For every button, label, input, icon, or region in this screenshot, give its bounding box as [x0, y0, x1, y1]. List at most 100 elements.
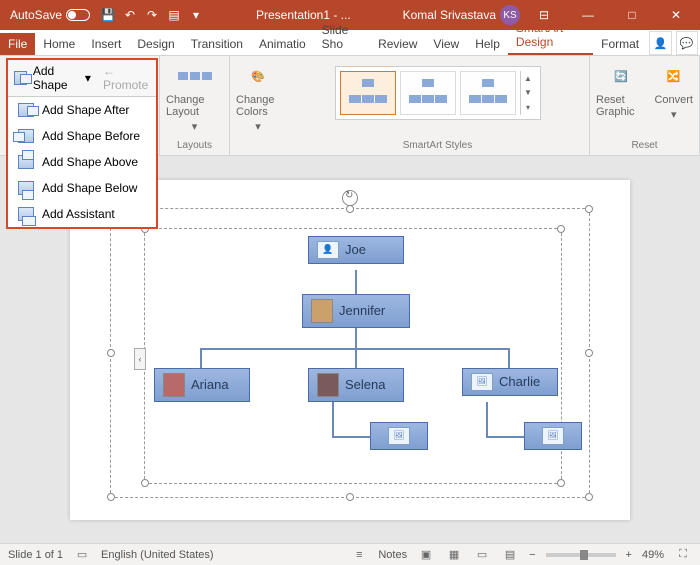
slide-sorter-icon[interactable]: ▦	[445, 547, 463, 563]
change-colors-button[interactable]: 🎨 Change Colors ▾	[236, 60, 280, 133]
fit-to-window-icon[interactable]: ⛶	[674, 547, 692, 563]
notes-icon[interactable]: ≡	[350, 547, 368, 563]
connector	[355, 270, 357, 294]
org-node-jennifer[interactable]: Jennifer	[302, 294, 410, 328]
connector	[332, 436, 372, 438]
document-title: Presentation1 - ...	[204, 8, 403, 22]
maximize-icon[interactable]: □	[612, 0, 652, 30]
style-item[interactable]	[340, 71, 396, 115]
autosave-toggle[interactable]: AutoSave	[6, 8, 94, 22]
zoom-level[interactable]: 49%	[642, 549, 664, 561]
node-label: Ariana	[191, 377, 229, 392]
add-shape-button[interactable]: Add Shape ▾ ← Promote	[8, 60, 156, 97]
resize-handle[interactable]	[557, 479, 565, 487]
reset-graphic-label: Reset Graphic	[596, 94, 646, 118]
menu-add-shape-after[interactable]: Add Shape After	[8, 97, 156, 123]
resize-handle[interactable]	[346, 205, 354, 213]
tab-home[interactable]: Home	[35, 33, 83, 55]
connector	[332, 402, 334, 438]
tab-review[interactable]: Review	[370, 33, 425, 55]
tab-smartart-design[interactable]: SmartArt Design	[508, 17, 593, 55]
zoom-out-button[interactable]: −	[529, 549, 535, 561]
node-label: Jennifer	[339, 303, 385, 318]
tab-transitions[interactable]: Transition	[183, 33, 251, 55]
connector	[508, 348, 510, 368]
resize-handle[interactable]	[141, 479, 149, 487]
redo-icon[interactable]: ↷	[144, 7, 160, 23]
close-icon[interactable]: ✕	[656, 0, 696, 30]
node-photo	[311, 299, 333, 323]
connector	[486, 436, 526, 438]
tab-help[interactable]: Help	[467, 33, 508, 55]
rotate-handle-icon[interactable]	[342, 190, 358, 206]
add-assistant-icon	[18, 207, 34, 221]
accessibility-icon[interactable]: ▭	[73, 547, 91, 563]
change-layout-button[interactable]: Change Layout ▾	[166, 60, 223, 133]
org-node-ariana[interactable]: Ariana	[154, 368, 250, 402]
slideshow-view-icon[interactable]: ▤	[501, 547, 519, 563]
selection-outline-inner	[144, 228, 562, 484]
undo-icon[interactable]: ↶	[122, 7, 138, 23]
resize-handle[interactable]	[585, 493, 593, 501]
normal-view-icon[interactable]: ▣	[417, 547, 435, 563]
tab-insert[interactable]: Insert	[83, 33, 129, 55]
add-shape-dropdown: Add Shape ▾ ← Promote Add Shape After Ad…	[6, 58, 158, 229]
notes-button[interactable]: Notes	[378, 549, 407, 561]
share-button[interactable]: 👤	[649, 31, 671, 55]
smartart-styles-gallery[interactable]: ▲▼▾	[335, 66, 541, 120]
tab-file[interactable]: File	[0, 33, 35, 55]
comments-button[interactable]: 💬	[676, 31, 698, 55]
convert-icon: 🔀	[658, 60, 690, 92]
gallery-scroll[interactable]: ▲▼▾	[520, 71, 536, 115]
qat-more-icon[interactable]: ▾	[188, 7, 204, 23]
text-pane-toggle[interactable]: ‹	[134, 348, 146, 370]
org-node-blank[interactable]: 🖼	[524, 422, 582, 450]
add-after-icon	[18, 103, 34, 117]
org-node-blank[interactable]: 🖼	[370, 422, 428, 450]
reset-graphic-button[interactable]: 🔄 Reset Graphic	[596, 60, 646, 121]
style-item[interactable]	[400, 71, 456, 115]
chevron-up-icon: ▲	[521, 74, 536, 83]
tab-slideshow[interactable]: Slide Sho	[314, 19, 370, 55]
chevron-down-icon: ▾	[85, 71, 91, 85]
chevron-down-icon: ▾	[671, 108, 677, 121]
resize-handle[interactable]	[107, 349, 115, 357]
menu-add-shape-above[interactable]: Add Shape Above	[8, 149, 156, 175]
start-slideshow-icon[interactable]: ▤	[166, 7, 182, 23]
picture-placeholder-icon: 🖼	[471, 373, 493, 391]
menu-add-assistant[interactable]: Add Assistant	[8, 201, 156, 227]
resize-handle[interactable]	[346, 493, 354, 501]
slide[interactable]: ‹ 👤 Joe Jennifer Ariana Selena 🖼	[70, 180, 630, 520]
language-indicator[interactable]: English (United States)	[101, 549, 214, 561]
tab-animations[interactable]: Animatio	[251, 33, 314, 55]
user-name: Komal Srivastava	[403, 8, 496, 22]
save-icon[interactable]: 💾	[100, 7, 116, 23]
org-node-charlie[interactable]: 🖼 Charlie	[462, 368, 558, 396]
menu-add-shape-below[interactable]: Add Shape Below	[8, 175, 156, 201]
add-shape-label: Add Shape	[33, 64, 79, 92]
style-item[interactable]	[460, 71, 516, 115]
zoom-slider[interactable]	[546, 553, 616, 557]
tab-format[interactable]: Format	[593, 33, 647, 55]
toggle-off-icon	[66, 9, 90, 21]
add-before-icon	[18, 129, 34, 143]
resize-handle[interactable]	[585, 349, 593, 357]
resize-handle[interactable]	[585, 205, 593, 213]
org-node-joe[interactable]: 👤 Joe	[308, 236, 404, 264]
tab-view[interactable]: View	[425, 33, 467, 55]
tab-design[interactable]: Design	[129, 33, 182, 55]
connector	[355, 348, 357, 368]
org-node-selena[interactable]: Selena	[308, 368, 404, 402]
zoom-in-button[interactable]: +	[626, 549, 632, 561]
ribbon-tabs: File Home Insert Design Transition Anima…	[0, 30, 700, 56]
node-label: Joe	[345, 242, 366, 257]
autosave-label: AutoSave	[10, 8, 62, 22]
menu-add-shape-before[interactable]: Add Shape Before	[8, 123, 156, 149]
group-styles-label: SmartArt Styles	[403, 140, 472, 151]
convert-button[interactable]: 🔀 Convert ▾	[654, 60, 693, 121]
resize-handle[interactable]	[557, 225, 565, 233]
picture-placeholder-icon: 🖼	[542, 427, 564, 445]
add-above-icon	[18, 155, 34, 169]
resize-handle[interactable]	[107, 493, 115, 501]
reading-view-icon[interactable]: ▭	[473, 547, 491, 563]
